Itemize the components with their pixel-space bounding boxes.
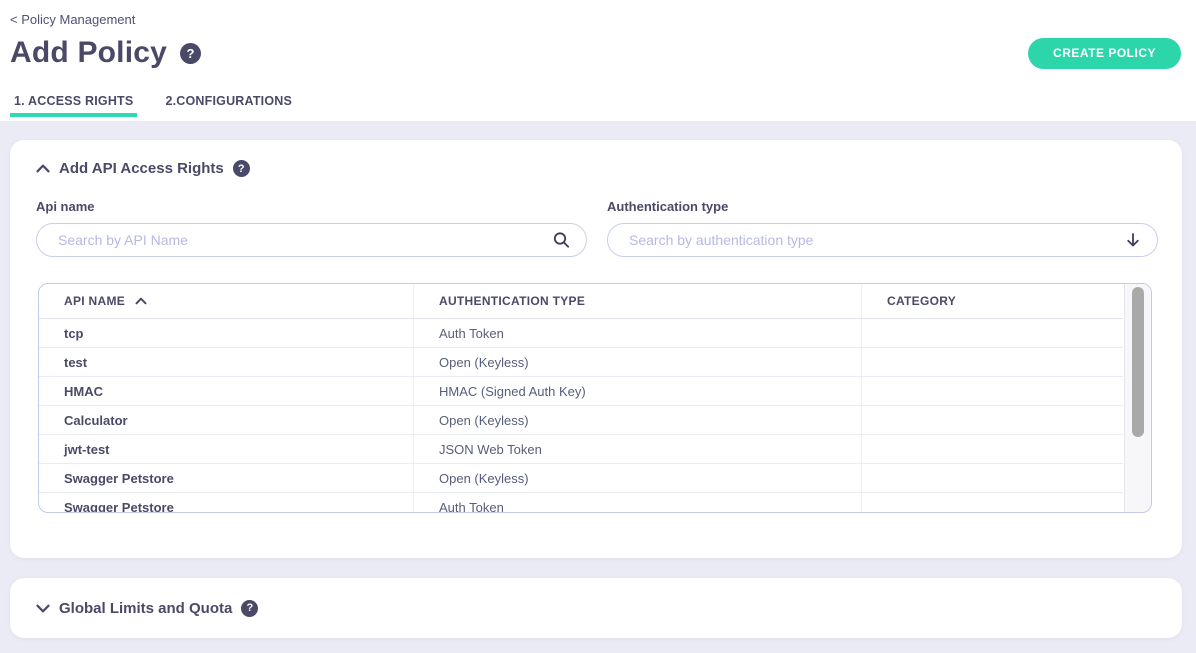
section-title: Add API Access Rights — [59, 160, 224, 177]
table-row[interactable]: Swagger Petstore Auth Token — [39, 493, 1123, 513]
breadcrumb-policy-management[interactable]: < Policy Management — [10, 12, 135, 27]
title-row: Add Policy ? CREATE POLICY — [10, 36, 1181, 70]
chevron-up-icon — [36, 164, 50, 173]
help-icon[interactable]: ? — [180, 43, 201, 64]
api-name-field-group: Api name — [36, 199, 587, 257]
table-row[interactable]: jwt-test JSON Web Token — [39, 435, 1123, 464]
api-table-header-row: API NAME AUTHENTICATION TYPE CATEGORY — [39, 284, 1123, 319]
table-row[interactable]: Calculator Open (Keyless) — [39, 406, 1123, 435]
create-policy-button[interactable]: CREATE POLICY — [1028, 38, 1181, 69]
expand-section-button[interactable] — [36, 604, 50, 613]
table-scrollbar-track[interactable] — [1124, 284, 1151, 512]
page-title-text: Add Policy — [10, 36, 167, 70]
api-table: API NAME AUTHENTICATION TYPE CATEGORY tc… — [38, 283, 1152, 513]
sort-ascending-icon[interactable] — [135, 297, 147, 305]
search-icon[interactable] — [553, 232, 570, 249]
tab-configurations[interactable]: 2.CONFIGURATIONS — [161, 94, 296, 117]
page-content: Add API Access Rights ? Api name Authent… — [0, 121, 1196, 638]
search-fields-row: Api name Authentication type — [36, 199, 1158, 257]
table-scrollbar-thumb[interactable] — [1132, 287, 1144, 437]
chevron-down-icon — [36, 604, 50, 613]
auth-type-search-input[interactable] — [607, 223, 1158, 257]
tab-bar: 1. ACCESS RIGHTS 2.CONFIGURATIONS — [10, 94, 296, 117]
global-limits-card[interactable]: Global Limits and Quota ? — [10, 578, 1182, 638]
help-icon[interactable]: ? — [241, 600, 258, 617]
api-table-body: tcp Auth Token test Open (Keyless) HMAC … — [39, 319, 1151, 513]
help-icon[interactable]: ? — [233, 160, 250, 177]
page-header: < Policy Management Add Policy ? CREATE … — [0, 0, 1196, 121]
column-header-api-name[interactable]: API NAME — [39, 284, 414, 318]
api-name-label: Api name — [36, 199, 587, 214]
table-row[interactable]: test Open (Keyless) — [39, 348, 1123, 377]
add-api-access-rights-card: Add API Access Rights ? Api name Authent… — [10, 140, 1182, 558]
arrow-down-icon[interactable] — [1125, 232, 1141, 248]
table-row[interactable]: Swagger Petstore Open (Keyless) — [39, 464, 1123, 493]
table-row[interactable]: HMAC HMAC (Signed Auth Key) — [39, 377, 1123, 406]
page-title: Add Policy ? — [10, 36, 201, 70]
table-row[interactable]: tcp Auth Token — [39, 319, 1123, 348]
auth-type-field-group: Authentication type — [607, 199, 1158, 257]
access-rights-card-header[interactable]: Add API Access Rights ? — [36, 140, 1158, 177]
api-name-search-input[interactable] — [36, 223, 587, 257]
collapse-section-button[interactable] — [36, 164, 50, 173]
auth-type-label: Authentication type — [607, 199, 1158, 214]
section-title: Global Limits and Quota — [59, 600, 232, 617]
column-header-category[interactable]: CATEGORY — [862, 284, 1123, 318]
column-header-authentication-type[interactable]: AUTHENTICATION TYPE — [414, 284, 862, 318]
tab-access-rights[interactable]: 1. ACCESS RIGHTS — [10, 94, 137, 117]
